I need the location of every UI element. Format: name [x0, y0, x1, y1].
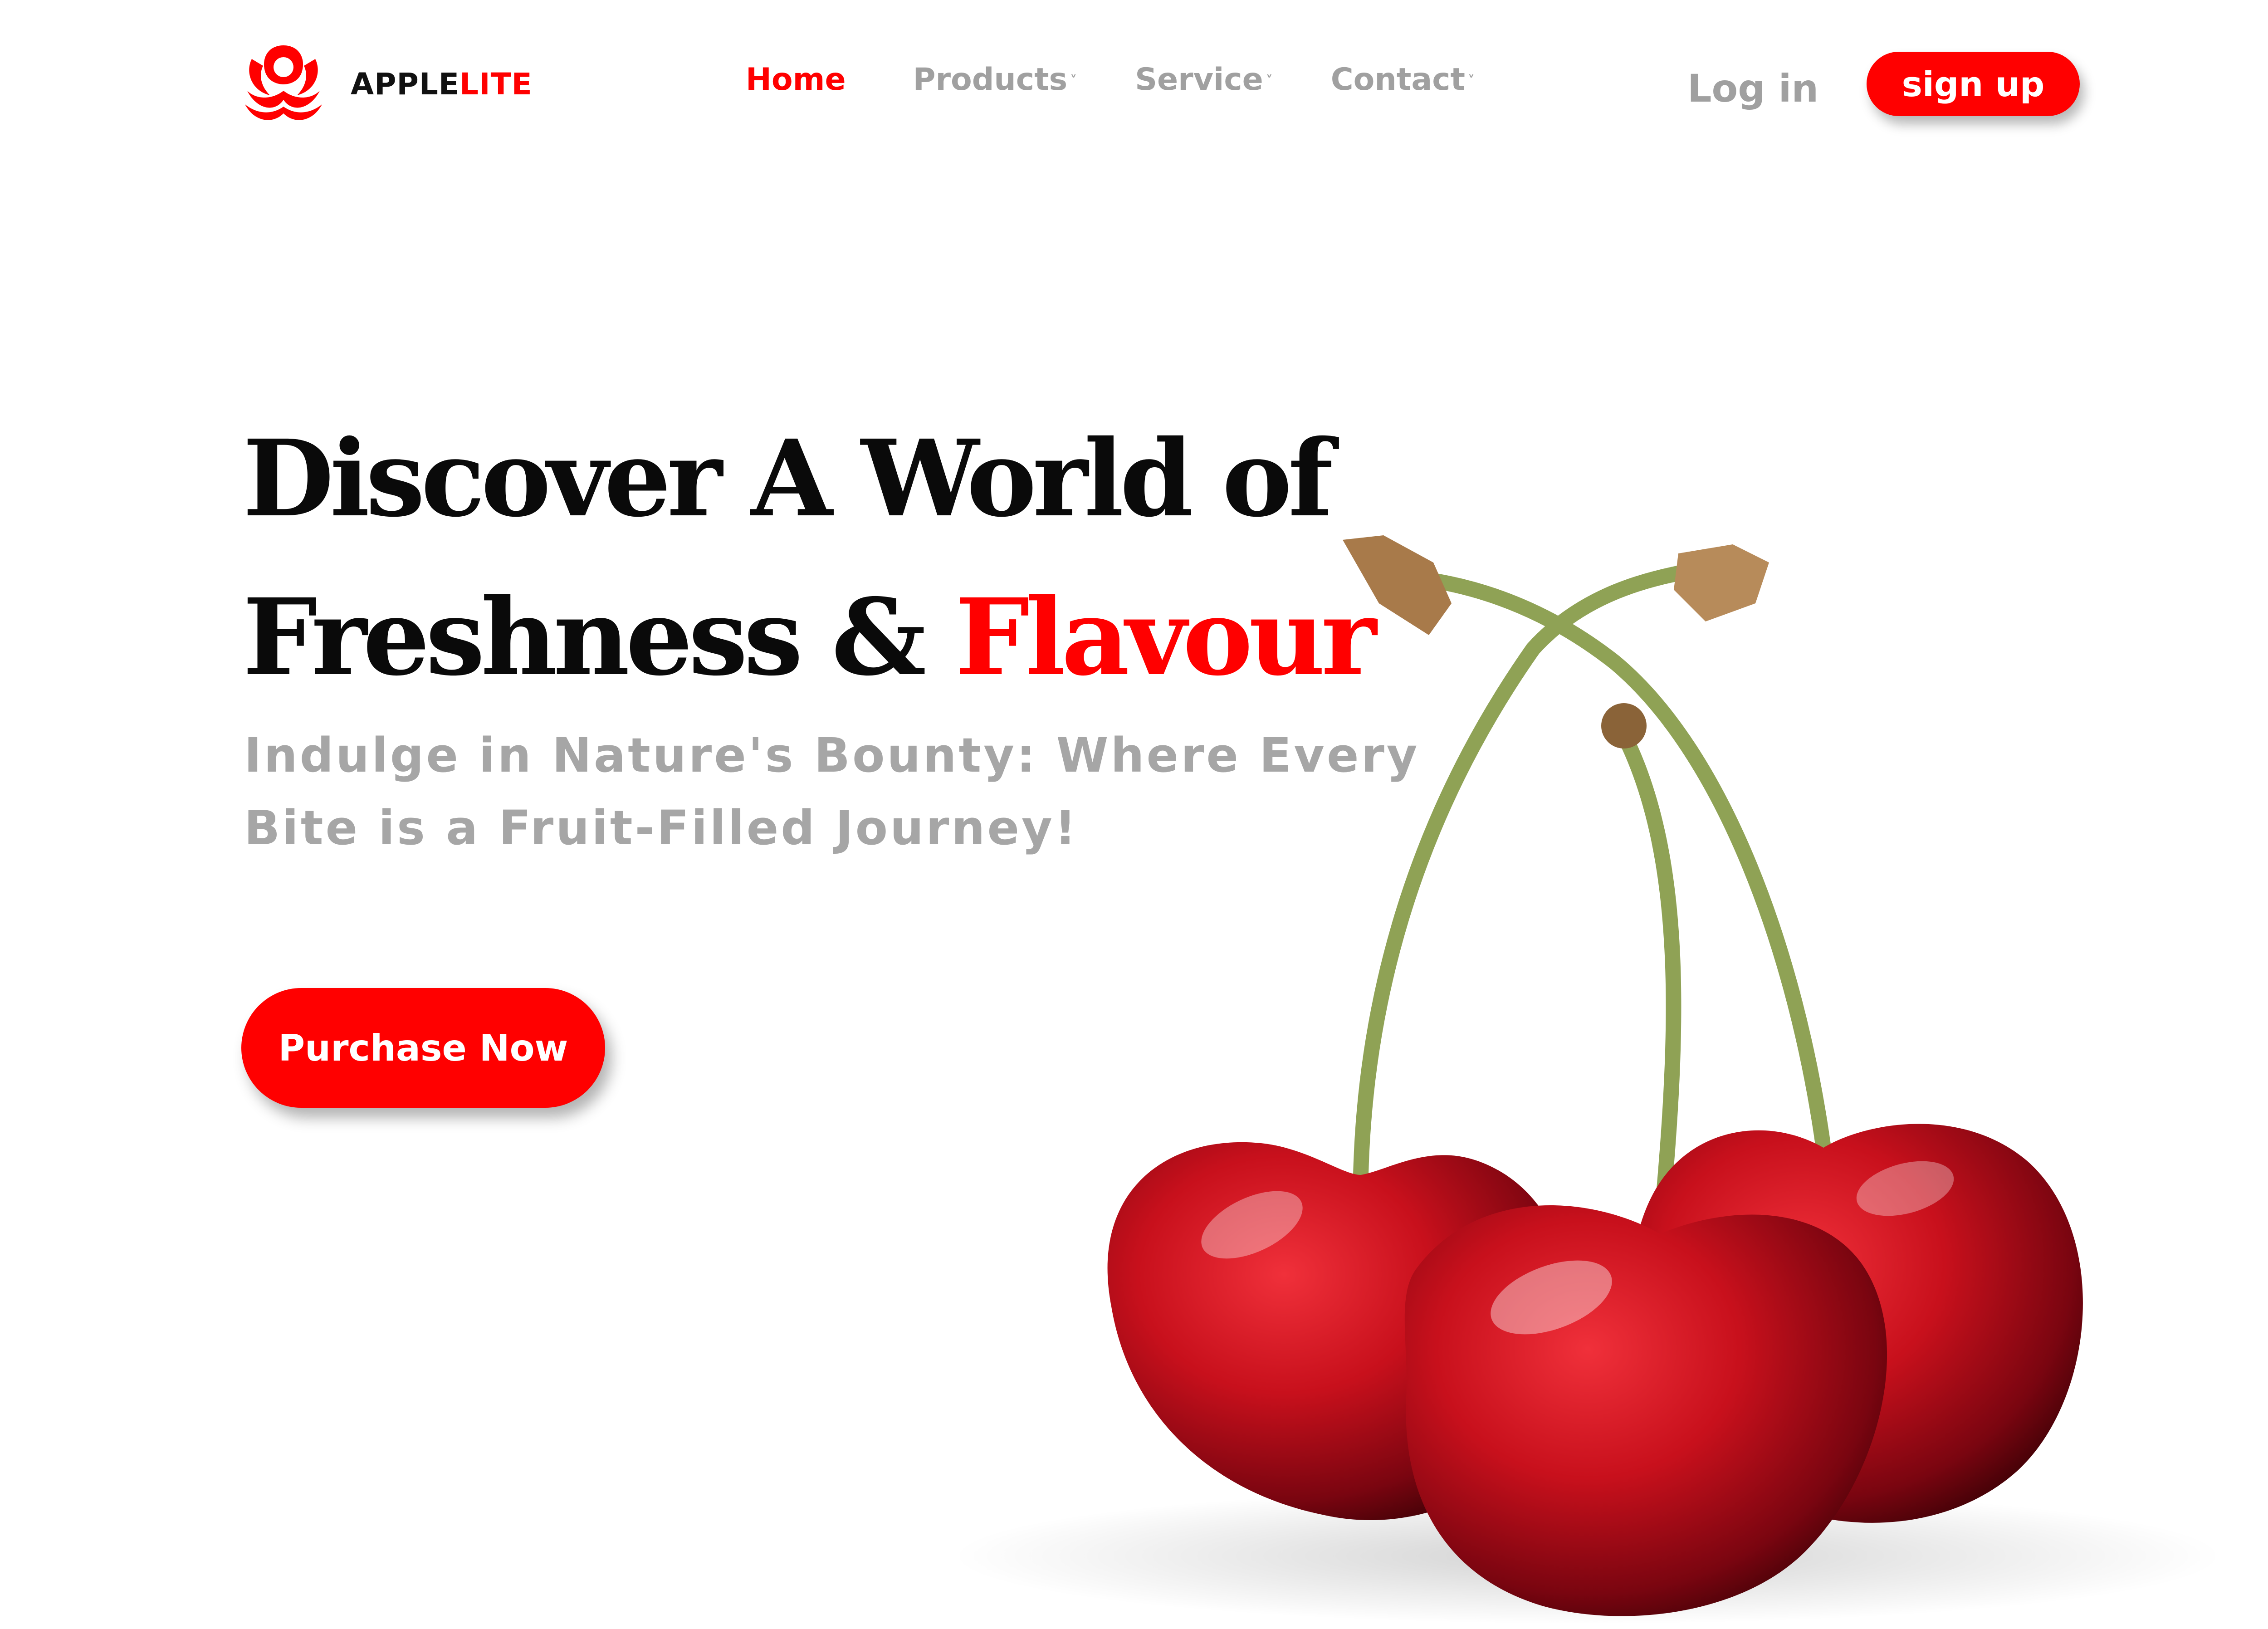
- hero-title-line1: Discover A World of: [243, 416, 1333, 540]
- hero-title-line2: Freshness &: [243, 575, 955, 699]
- hero-subtitle-line1: Indulge in Nature's Bounty: Where Every: [244, 728, 1420, 783]
- hero-title: Discover A World of Freshness & Flavour: [243, 399, 1377, 717]
- hero-subtitle-line2: Bite is a Fruit-Filled Journey!: [244, 800, 1079, 856]
- purchase-now-button[interactable]: Purchase Now: [241, 988, 605, 1108]
- hero-subtitle: Indulge in Nature's Bounty: Where Every …: [244, 719, 1423, 864]
- hero-title-accent: Flavour: [955, 575, 1377, 699]
